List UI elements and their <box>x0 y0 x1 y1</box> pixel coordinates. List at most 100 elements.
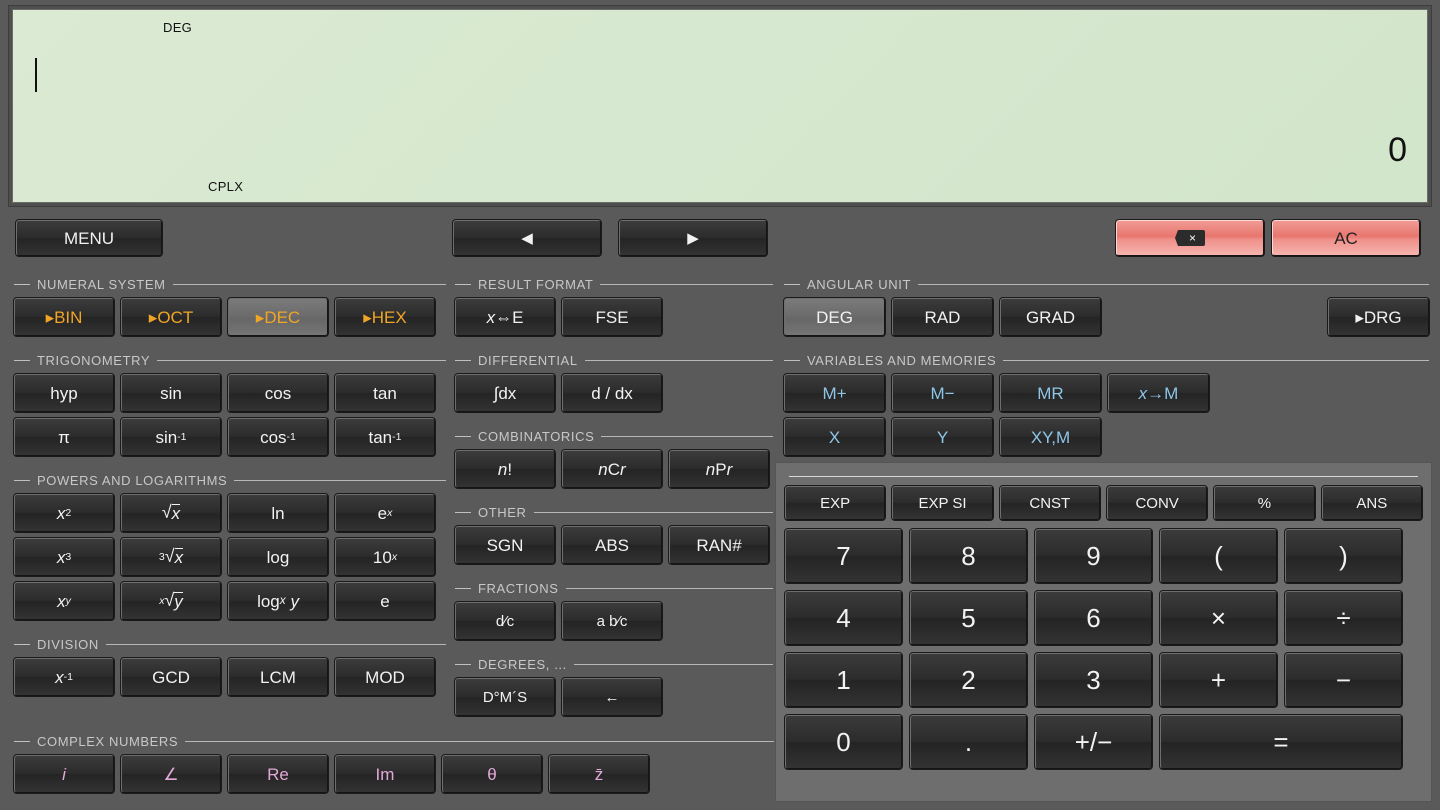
backspace-button[interactable]: × <box>1116 220 1264 256</box>
digit-3-button[interactable]: 3 <box>1035 653 1152 707</box>
minus-button[interactable]: − <box>1285 653 1402 707</box>
calculator-display[interactable]: DEG CPLX 0 <box>12 9 1428 203</box>
fse-button[interactable]: FSE <box>562 298 662 336</box>
numeral-oct-button[interactable]: ▸OCT <box>121 298 221 336</box>
numeral-dec-button[interactable]: ▸DEC <box>228 298 328 336</box>
angular-unit-group: ANGULAR UNIT DEG RAD GRAD ▸DRG <box>784 276 1429 336</box>
close-paren-button[interactable]: ) <box>1285 529 1402 583</box>
angular-deg-button[interactable]: DEG <box>784 298 885 336</box>
digit-9-button[interactable]: 9 <box>1035 529 1152 583</box>
equals-button[interactable]: = <box>1160 715 1402 769</box>
cube-root-button[interactable]: 3√x <box>121 538 221 576</box>
digit-4-button[interactable]: 4 <box>785 591 902 645</box>
angular-rad-button[interactable]: RAD <box>892 298 993 336</box>
open-paren-button[interactable]: ( <box>1160 529 1277 583</box>
real-part-button[interactable]: Re <box>228 755 328 793</box>
random-number-button[interactable]: RAN# <box>669 526 769 564</box>
permutations-button[interactable]: nPr <box>669 450 769 488</box>
x-squared-button[interactable]: x2 <box>14 494 114 532</box>
digit-1-button[interactable]: 1 <box>785 653 902 707</box>
combinations-button[interactable]: nCr <box>562 450 662 488</box>
numeral-hex-button[interactable]: ▸HEX <box>335 298 435 336</box>
convert-button[interactable]: CONV <box>1107 486 1207 520</box>
derivative-button[interactable]: d / dx <box>562 374 662 412</box>
hyp-button[interactable]: hyp <box>14 374 114 412</box>
x-power-y-button[interactable]: xy <box>14 582 114 620</box>
drg-convert-button[interactable]: ▸DRG <box>1328 298 1429 336</box>
variable-xym-button[interactable]: XY,M <box>1000 418 1101 456</box>
cos-button[interactable]: cos <box>228 374 328 412</box>
all-clear-button[interactable]: AC <box>1272 220 1420 256</box>
mod-button[interactable]: MOD <box>335 658 435 696</box>
ten-power-x-button[interactable]: 10x <box>335 538 435 576</box>
dms-back-button[interactable]: ← <box>562 678 662 716</box>
sin-button[interactable]: sin <box>121 374 221 412</box>
theta-button[interactable]: θ <box>442 755 542 793</box>
memory-subtract-button[interactable]: M− <box>892 374 993 412</box>
angle-button[interactable]: ∠ <box>121 755 221 793</box>
variable-y-button[interactable]: Y <box>892 418 993 456</box>
plus-button[interactable]: + <box>1160 653 1277 707</box>
improper-fraction-button[interactable]: d⁄c <box>455 602 555 640</box>
numeral-bin-button[interactable]: ▸BIN <box>14 298 114 336</box>
divider <box>601 436 773 437</box>
imaginary-part-button[interactable]: Im <box>335 755 435 793</box>
result-format-header: RESULT FORMAT <box>455 276 773 292</box>
trigonometry-title: TRIGONOMETRY <box>37 353 150 368</box>
factorial-button[interactable]: n! <box>455 450 555 488</box>
sci-eng-toggle-button[interactable]: x⇔E <box>455 298 555 336</box>
pi-button[interactable]: π <box>14 418 114 456</box>
digit-7-button[interactable]: 7 <box>785 529 902 583</box>
divide-button[interactable]: ÷ <box>1285 591 1402 645</box>
e-power-x-button[interactable]: ex <box>335 494 435 532</box>
division-title: DIVISION <box>37 637 99 652</box>
sign-button[interactable]: SGN <box>455 526 555 564</box>
natural-log-button[interactable]: ln <box>228 494 328 532</box>
conjugate-button[interactable]: z̄ <box>549 755 649 793</box>
gcd-button[interactable]: GCD <box>121 658 221 696</box>
absolute-value-button[interactable]: ABS <box>562 526 662 564</box>
angular-grad-button[interactable]: GRAD <box>1000 298 1101 336</box>
variable-x-button[interactable]: X <box>784 418 885 456</box>
log-button[interactable]: log <box>228 538 328 576</box>
answer-button[interactable]: ANS <box>1322 486 1422 520</box>
complex-numbers-group: COMPLEX NUMBERS i ∠ Re Im θ z̄ <box>14 733 774 793</box>
arctan-button[interactable]: tan-1 <box>335 418 435 456</box>
digit-6-button[interactable]: 6 <box>1035 591 1152 645</box>
divider <box>566 588 773 589</box>
integral-button[interactable]: ∫dx <box>455 374 555 412</box>
cursor-left-button[interactable]: ◀ <box>453 220 601 256</box>
log-base-x-button[interactable]: logx y <box>228 582 328 620</box>
lcm-button[interactable]: LCM <box>228 658 328 696</box>
x-root-y-button[interactable]: x√y <box>121 582 221 620</box>
exp-button[interactable]: EXP <box>785 486 885 520</box>
dms-button[interactable]: D°M´S <box>455 678 555 716</box>
euler-constant-button[interactable]: e <box>335 582 435 620</box>
store-to-memory-button[interactable]: x→M <box>1108 374 1209 412</box>
multiply-button[interactable]: × <box>1160 591 1277 645</box>
digit-0-button[interactable]: 0 <box>785 715 902 769</box>
reciprocal-button[interactable]: x-1 <box>14 658 114 696</box>
imaginary-unit-button[interactable]: i <box>14 755 114 793</box>
fractions-title: FRACTIONS <box>478 581 559 596</box>
memory-add-button[interactable]: M+ <box>784 374 885 412</box>
constants-button[interactable]: CNST <box>1000 486 1100 520</box>
digit-5-button[interactable]: 5 <box>910 591 1027 645</box>
exp-si-button[interactable]: EXP SI <box>892 486 992 520</box>
menu-button[interactable]: MENU <box>16 220 162 256</box>
decimal-point-button[interactable]: . <box>910 715 1027 769</box>
mixed-fraction-button[interactable]: a b⁄c <box>562 602 662 640</box>
percent-button[interactable]: % <box>1214 486 1314 520</box>
digit-8-button[interactable]: 8 <box>910 529 1027 583</box>
sign-toggle-button[interactable]: +/− <box>1035 715 1152 769</box>
variables-and-memories-group: VARIABLES AND MEMORIES M+ M− MR x→M X Y … <box>784 352 1429 456</box>
cursor-right-button[interactable]: ▶ <box>619 220 767 256</box>
digit-2-button[interactable]: 2 <box>910 653 1027 707</box>
square-root-button[interactable]: √x <box>121 494 221 532</box>
keypad-row-2: 4 5 6 × ÷ <box>785 591 1422 645</box>
x-cubed-button[interactable]: x3 <box>14 538 114 576</box>
tan-button[interactable]: tan <box>335 374 435 412</box>
arcsin-button[interactable]: sin-1 <box>121 418 221 456</box>
arccos-button[interactable]: cos-1 <box>228 418 328 456</box>
memory-recall-button[interactable]: MR <box>1000 374 1101 412</box>
